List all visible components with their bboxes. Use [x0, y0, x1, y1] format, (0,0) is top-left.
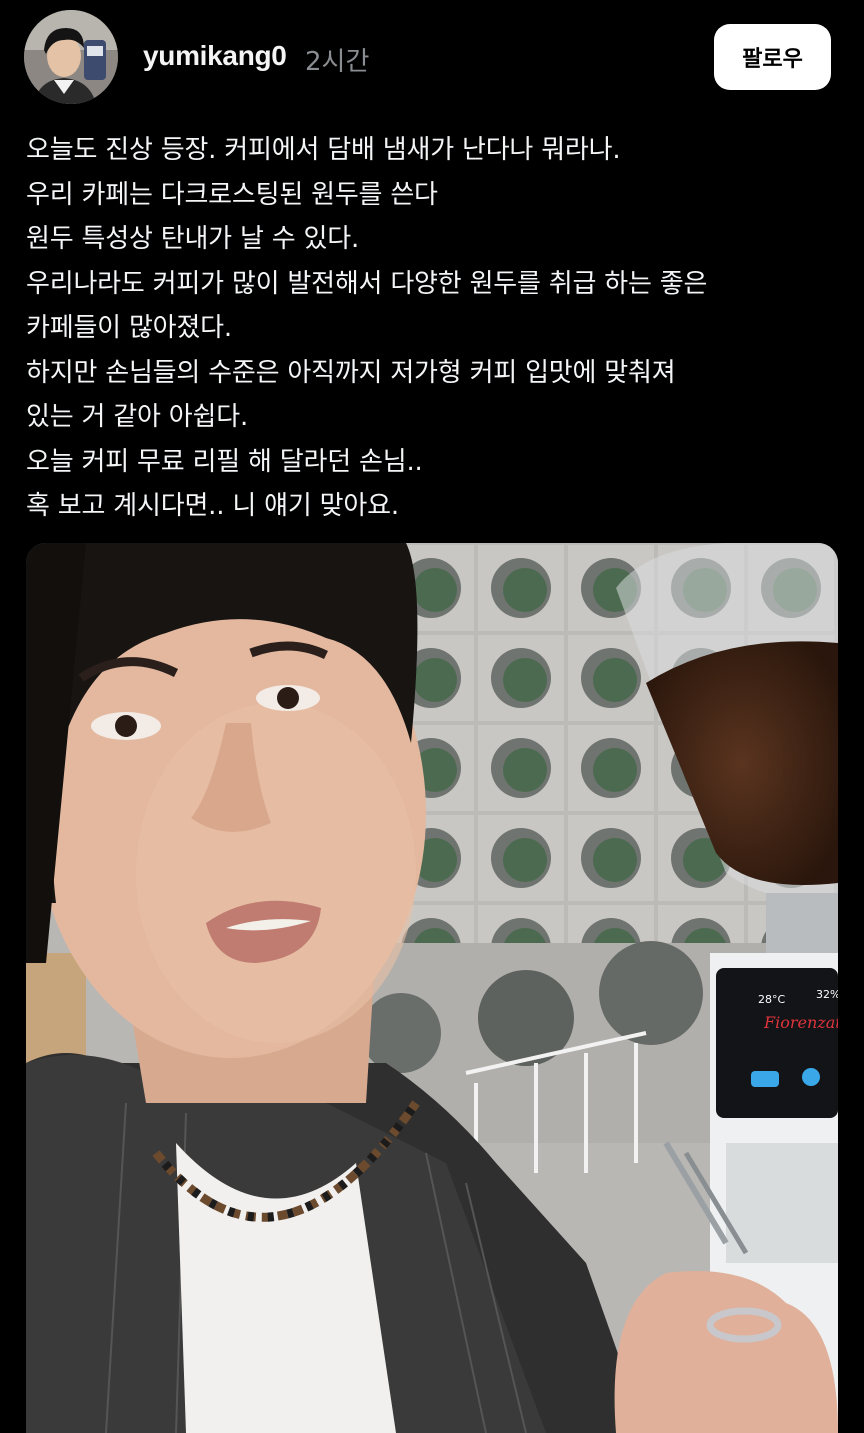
post-text-line: 오늘 커피 무료 리필 해 달라던 손님..	[26, 446, 423, 477]
follow-button[interactable]: 팔로우	[714, 24, 831, 90]
post-photo[interactable]: 28°C 32% Fiorenzato	[26, 543, 838, 1433]
post-text-line: 하지만 손님들의 수준은 아직까지 저가형 커피 입맛에 맞춰져	[26, 357, 676, 388]
post-text-line: 우리 카페는 다크로스팅된 원두를 쓴다	[26, 179, 438, 210]
post-body: 오늘도 진상 등장. 커피에서 담배 냄새가 난다나 뭐라나. 우리 카페는 다…	[26, 128, 846, 529]
machine-display-brand: Fiorenzato	[763, 1013, 838, 1032]
post-text-line: 우리나라도 커피가 많이 발전해서 다양한 원두를 취급 하는 좋은	[26, 268, 708, 299]
author-avatar[interactable]	[24, 10, 118, 104]
post-text-line: 있는 거 같아 아쉽다.	[26, 402, 249, 432]
post-timestamp: 2시간	[305, 47, 370, 77]
post-text-line: 원두 특성상 탄내가 날 수 있다.	[26, 224, 360, 254]
post-text-line: 오늘도 진상 등장. 커피에서 담배 냄새가 난다나 뭐라나.	[26, 135, 621, 165]
post-text-line: 혹 보고 계시다면.. 니 얘기 맞아요.	[26, 491, 399, 521]
author-username[interactable]: yumikang0	[143, 40, 287, 72]
machine-display-percent: 32%	[816, 988, 838, 1001]
machine-display-temp: 28°C	[758, 993, 785, 1006]
thread-post: yumikang0 2시간 팔로우 오늘도 진상 등장. 커피에서 담배 냄새가…	[0, 0, 864, 1433]
post-text-line: 카페들이 많아졌다.	[26, 313, 232, 343]
post-header: yumikang0 2시간 팔로우	[0, 0, 864, 110]
